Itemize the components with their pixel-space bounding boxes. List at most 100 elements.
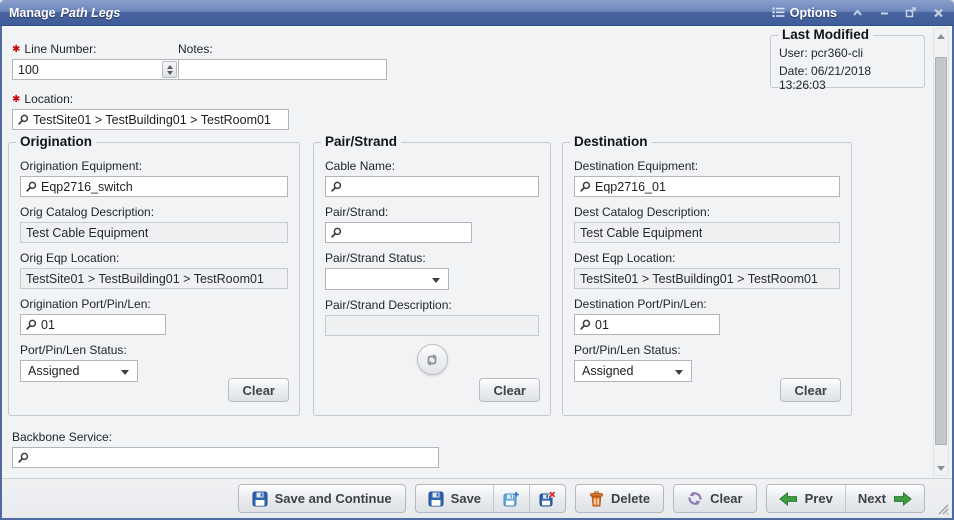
resize-grip[interactable] [936, 502, 949, 515]
arrow-left-icon [779, 492, 798, 506]
title-bar[interactable]: ManagePath Legs Options [0, 0, 954, 26]
next-button[interactable]: Next [845, 485, 924, 512]
dest-eqp-location-field: TestSite01 > TestBuilding01 > TestRoom01 [574, 268, 840, 289]
dest-eqp-location-label: Dest Eqp Location: [574, 251, 840, 265]
clear-button[interactable]: Clear [673, 484, 757, 513]
search-icon [26, 181, 37, 192]
origination-port-pin-len-field [20, 314, 166, 335]
backbone-service-label: Backbone Service: [12, 430, 439, 444]
line-number-input[interactable] [18, 60, 158, 79]
scrollbar-thumb[interactable] [935, 57, 947, 445]
last-modified-panel: Last Modified User: pcr360-cli Date: 06/… [770, 35, 925, 88]
location-input[interactable] [33, 110, 283, 129]
save-new-button[interactable] [493, 485, 529, 512]
orig-eqp-location-field: TestSite01 > TestBuilding01 > TestRoom01 [20, 268, 288, 289]
cable-name-field [325, 176, 539, 197]
options-button[interactable]: Options [772, 6, 837, 20]
pair-strand-field [325, 222, 472, 243]
search-icon [580, 181, 591, 192]
line-number-label: ✱Line Number: [12, 42, 180, 56]
swap-arrows-icon [424, 352, 440, 368]
destination-port-pin-len-label: Destination Port/Pin/Len: [574, 297, 840, 311]
orig-catalog-description-label: Orig Catalog Description: [20, 205, 288, 219]
vertical-scrollbar[interactable] [933, 28, 949, 476]
origination-clear-button[interactable]: Clear [228, 378, 289, 402]
pair-strand-status-select[interactable] [325, 268, 449, 290]
close-icon[interactable] [931, 6, 945, 20]
pair-strand-panel: Pair/Strand Cable Name: Pair/Strand: Pai… [313, 142, 551, 416]
cable-name-label: Cable Name: [325, 159, 539, 173]
pair-strand-input[interactable] [346, 223, 466, 242]
save-close-button[interactable] [529, 485, 565, 512]
line-number-field [12, 59, 180, 80]
destination-equipment-input[interactable] [595, 177, 834, 196]
backbone-service-input[interactable] [33, 448, 433, 467]
destination-port-pin-len-field [574, 314, 720, 335]
bottom-toolbar: Save and Continue Save [2, 478, 952, 518]
origination-equipment-input[interactable] [41, 177, 282, 196]
pair-strand-description-field [325, 315, 539, 336]
destination-clear-button[interactable]: Clear [780, 378, 841, 402]
save-new-icon [503, 491, 520, 507]
orig-port-pin-len-status-label: Port/Pin/Len Status: [20, 343, 288, 357]
pair-strand-clear-button[interactable]: Clear [479, 378, 540, 402]
save-icon [428, 491, 444, 507]
dest-port-pin-len-status-label: Port/Pin/Len Status: [574, 343, 840, 357]
destination-port-pin-len-input[interactable] [595, 315, 714, 334]
origination-port-pin-len-label: Origination Port/Pin/Len: [20, 297, 288, 311]
search-icon [18, 452, 29, 463]
destination-panel: Destination Destination Equipment: Dest … [562, 142, 852, 416]
required-asterisk: ✱ [12, 44, 20, 55]
collapse-icon[interactable] [850, 6, 864, 20]
minimize-icon[interactable] [877, 6, 891, 20]
pair-strand-label: Pair/Strand: [325, 205, 539, 219]
dest-catalog-description-field: Test Cable Equipment [574, 222, 840, 243]
required-asterisk: ✱ [12, 94, 20, 105]
prev-next-button-group: Prev Next [766, 484, 925, 513]
options-list-icon [772, 7, 785, 18]
destination-equipment-label: Destination Equipment: [574, 159, 840, 173]
scrollbar-track[interactable] [934, 43, 948, 461]
save-button[interactable]: Save [416, 485, 493, 512]
notes-field [178, 59, 387, 80]
manage-path-legs-window: ManagePath Legs Options [0, 0, 954, 520]
notes-label: Notes: [178, 42, 387, 56]
form-scroll-area: ✱Line Number: Notes: Last Modified User:… [2, 26, 952, 478]
origination-panel: Origination Origination Equipment: Orig … [8, 142, 300, 416]
last-modified-legend: Last Modified [778, 27, 873, 42]
destination-equipment-field [574, 176, 840, 197]
dest-catalog-description-label: Dest Catalog Description: [574, 205, 840, 219]
save-button-group: Save [415, 484, 566, 513]
window-title: ManagePath Legs [9, 6, 120, 20]
last-modified-user: User: pcr360-cli [779, 46, 916, 60]
save-and-continue-button[interactable]: Save and Continue [238, 484, 406, 513]
origination-equipment-label: Origination Equipment: [20, 159, 288, 173]
save-close-icon [539, 491, 556, 507]
orig-catalog-description-field: Test Cable Equipment [20, 222, 288, 243]
prev-button[interactable]: Prev [767, 485, 845, 512]
backbone-service-field [12, 447, 439, 468]
origination-equipment-field [20, 176, 288, 197]
pair-strand-status-label: Pair/Strand Status: [325, 251, 539, 265]
delete-button[interactable]: Delete [575, 484, 664, 513]
swap-pair-strand-button[interactable] [417, 344, 448, 375]
save-icon [252, 491, 268, 507]
dest-port-pin-len-status-select[interactable]: Assigned [574, 360, 692, 382]
search-icon [331, 181, 342, 192]
refresh-icon [687, 491, 703, 506]
search-icon [26, 319, 37, 330]
scroll-down-icon[interactable] [934, 461, 948, 475]
trash-icon [589, 491, 604, 507]
last-modified-date: Date: 06/21/2018 13:26:03 [779, 64, 916, 92]
popout-icon[interactable] [904, 6, 918, 20]
origination-port-pin-len-input[interactable] [41, 315, 160, 334]
orig-port-pin-len-status-select[interactable]: Assigned [20, 360, 138, 382]
notes-input[interactable] [184, 60, 381, 79]
spinner-stepper-icon[interactable] [162, 61, 177, 78]
scroll-up-icon[interactable] [934, 29, 948, 43]
arrow-right-icon [893, 492, 912, 506]
search-icon [331, 227, 342, 238]
destination-legend: Destination [570, 134, 652, 149]
orig-eqp-location-label: Orig Eqp Location: [20, 251, 288, 265]
cable-name-input[interactable] [346, 177, 533, 196]
